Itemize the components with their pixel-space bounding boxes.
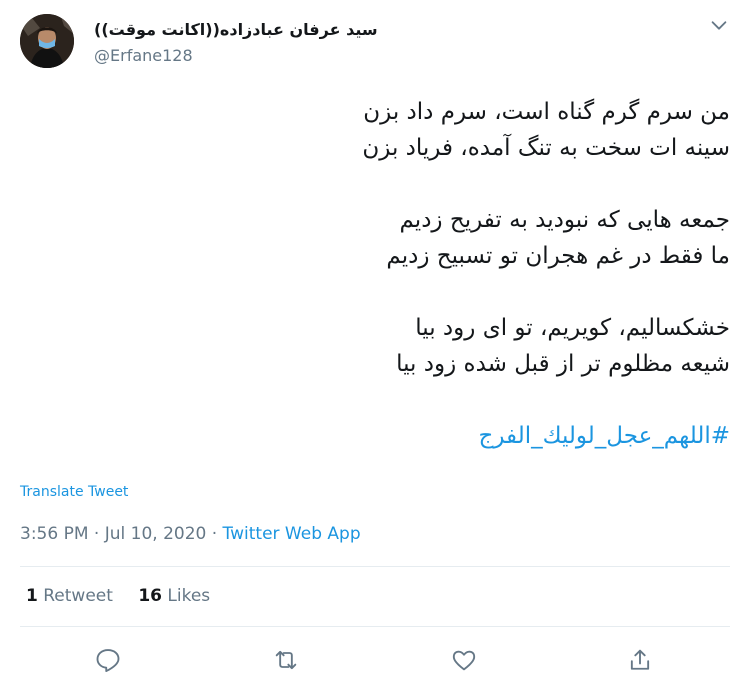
- likes-count: 16: [138, 586, 162, 606]
- likes-label: Likes: [167, 586, 211, 606]
- reply-icon[interactable]: [94, 646, 122, 674]
- tweet-line: [30, 166, 730, 202]
- retweet-icon[interactable]: [272, 646, 300, 674]
- retweets-count: 1: [26, 586, 38, 606]
- translate-tweet-link[interactable]: Translate Tweet: [20, 484, 128, 500]
- tweet-line: جمعه هایی که نبودید به تفریح زدیم: [399, 207, 730, 233]
- tweet-text: من سرم گرم گناه است، سرم داد بزن سینه ات…: [30, 94, 730, 454]
- tweet-line: من سرم گرم گناه است، سرم داد بزن: [363, 99, 730, 125]
- share-icon[interactable]: [626, 646, 654, 674]
- tweet-card: سید عرفان عبادزاده((اکانت موقت)) @Erfane…: [0, 0, 748, 688]
- tweet-line: ما فقط در غم هجران تو تسبیح زدیم: [386, 243, 730, 269]
- divider: [20, 626, 730, 627]
- retweets-stat[interactable]: 1 Retweet: [26, 586, 113, 606]
- tweet-line: [30, 382, 730, 418]
- tweet-line: [30, 274, 730, 310]
- tweet-meta: 3:56 PM · Jul 10, 2020 · Twitter Web App: [20, 524, 361, 544]
- tweet-line: شیعه مظلوم تر از قبل شده زود بیا: [396, 351, 730, 377]
- source-link[interactable]: Twitter Web App: [223, 524, 361, 544]
- hashtag-link[interactable]: #اللهم_عجل_لوليك_الفرج: [30, 418, 730, 454]
- engagement-stats: 1 Retweet 16 Likes: [26, 586, 230, 606]
- user-handle[interactable]: @Erfane128: [94, 46, 193, 65]
- avatar[interactable]: [20, 14, 74, 68]
- timestamp[interactable]: 3:56 PM · Jul 10, 2020 ·: [20, 524, 223, 544]
- divider: [20, 566, 730, 567]
- likes-stat[interactable]: 16 Likes: [138, 586, 210, 606]
- retweets-label: Retweet: [43, 586, 113, 606]
- display-name[interactable]: سید عرفان عبادزاده((اکانت موقت)): [94, 20, 378, 39]
- chevron-down-icon[interactable]: [708, 14, 730, 36]
- heart-icon[interactable]: [450, 646, 478, 674]
- tweet-line: سینه ات سخت به تنگ آمده، فریاد بزن: [362, 135, 730, 161]
- tweet-line: خشکسالیم، کویریم، تو ای رود بیا: [415, 315, 730, 341]
